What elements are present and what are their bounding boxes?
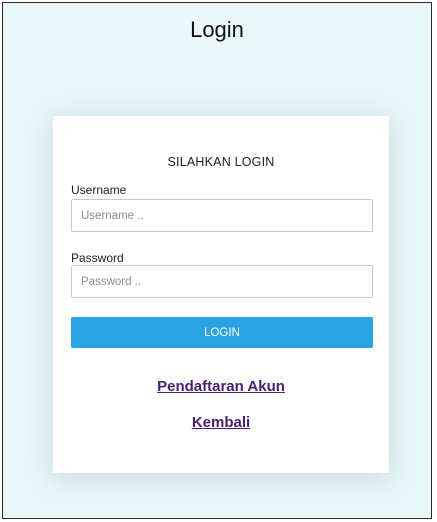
password-input[interactable] <box>71 265 373 298</box>
register-link[interactable]: Pendaftaran Akun <box>53 378 389 395</box>
page-frame: Login SILAHKAN LOGIN Username Password L… <box>2 2 432 519</box>
username-label: Username <box>71 183 127 197</box>
login-button[interactable]: LOGIN <box>71 317 373 348</box>
password-label: Password <box>71 251 124 265</box>
login-card: SILAHKAN LOGIN Username Password LOGIN P… <box>53 116 389 473</box>
login-heading: SILAHKAN LOGIN <box>167 155 275 169</box>
username-input[interactable] <box>71 199 373 232</box>
back-link[interactable]: Kembali <box>53 414 389 431</box>
page-title: Login <box>190 17 244 42</box>
